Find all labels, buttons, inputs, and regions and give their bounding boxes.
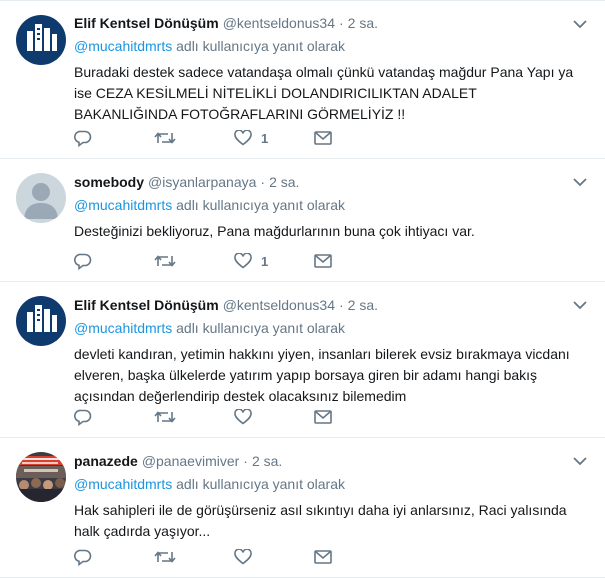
reply-context: @mucahitdmrts adlı kullanıcıya yanıt ola… <box>74 36 593 56</box>
separator-dot: · <box>260 174 266 190</box>
reply-mention-link[interactable]: @mucahitdmrts <box>74 476 172 492</box>
reply-button[interactable] <box>74 409 154 426</box>
reply-icon <box>74 549 92 566</box>
tweet[interactable]: Elif Kentsel Dönüşüm @kentseldonus34 · 2… <box>0 0 605 159</box>
tweet-text: Hak sahipleri ile de görüşürseniz asıl s… <box>74 502 567 539</box>
reply-suffix: adlı kullanıcıya yanıt olarak <box>176 197 345 213</box>
heart-icon <box>234 130 252 146</box>
tweet-header: Elif Kentsel Dönüşüm @kentseldonus34 · 2… <box>74 12 593 34</box>
direct-message-button[interactable] <box>314 550 394 564</box>
tweet[interactable]: somebody @isyanlarpanaya · 2 sa. @mucahi… <box>0 159 605 282</box>
author-name[interactable]: Elif Kentsel Dönüşüm <box>74 294 219 316</box>
reply-mention-link[interactable]: @mucahitdmrts <box>74 38 172 54</box>
separator-dot: · <box>338 15 344 31</box>
tweet-header: panazede @panaevimiver · 2 sa. <box>74 450 593 472</box>
retweet-icon <box>154 132 176 144</box>
chevron-down-icon[interactable] <box>573 177 587 187</box>
default-user-avatar[interactable] <box>16 173 66 223</box>
elif-logo-avatar[interactable] <box>16 296 66 346</box>
reply-mention-link[interactable]: @mucahitdmrts <box>74 197 172 213</box>
heart-icon <box>234 549 252 565</box>
tweet-text: devleti kandıran, yetimin hakkını yiyen,… <box>74 346 570 404</box>
retweet-button[interactable] <box>154 253 234 269</box>
reply-mention-link[interactable]: @mucahitdmrts <box>74 320 172 336</box>
reply-icon <box>74 253 92 270</box>
protest-photo-avatar[interactable] <box>16 452 66 502</box>
reply-suffix: adlı kullanıcıya yanıt olarak <box>176 320 345 336</box>
like-count: 1 <box>261 130 269 146</box>
chevron-down-icon[interactable] <box>573 456 587 466</box>
timestamp[interactable]: 2 sa. <box>348 12 378 34</box>
timestamp[interactable]: 2 sa. <box>252 450 282 472</box>
like-count: 1 <box>261 253 269 269</box>
tweet[interactable]: Elif Kentsel Dönüşüm @kentseldonus34 · 2… <box>0 282 605 438</box>
retweet-icon <box>154 411 176 423</box>
retweet-button[interactable] <box>154 130 234 146</box>
envelope-icon <box>314 410 332 424</box>
like-button[interactable] <box>234 409 314 425</box>
tweet-actions <box>74 547 394 567</box>
chevron-down-icon[interactable] <box>573 300 587 310</box>
direct-message-button[interactable] <box>314 131 394 145</box>
tweet-text: Buradaki destek sadece vatandaşa olmalı … <box>74 64 574 122</box>
reply-button[interactable] <box>74 549 154 566</box>
author-handle[interactable]: @isyanlarpanaya <box>148 171 256 193</box>
envelope-icon <box>314 550 332 564</box>
reply-context: @mucahitdmrts adlı kullanıcıya yanıt ola… <box>74 474 593 494</box>
retweet-icon <box>154 551 176 563</box>
like-button[interactable]: 1 <box>234 253 314 269</box>
tweet-actions: 1 <box>74 128 394 148</box>
reply-suffix: adlı kullanıcıya yanıt olarak <box>176 476 345 492</box>
reply-button[interactable] <box>74 130 154 147</box>
author-name[interactable]: panazede <box>74 450 138 472</box>
retweet-icon <box>154 255 176 267</box>
author-handle[interactable]: @kentseldonus34 <box>223 294 335 316</box>
timestamp[interactable]: 2 sa. <box>269 171 299 193</box>
chevron-down-icon[interactable] <box>573 19 587 29</box>
heart-icon <box>234 253 252 269</box>
reply-icon <box>74 130 92 147</box>
reply-context: @mucahitdmrts adlı kullanıcıya yanıt ola… <box>74 195 593 215</box>
separator-dot: · <box>243 453 248 469</box>
author-name[interactable]: Elif Kentsel Dönüşüm <box>74 12 219 34</box>
author-handle[interactable]: @kentseldonus34 <box>223 12 335 34</box>
elif-logo-avatar[interactable] <box>16 15 66 65</box>
author-handle[interactable]: @panaevimiver <box>142 450 239 472</box>
envelope-icon <box>314 254 332 268</box>
tweet-timeline: Elif Kentsel Dönüşüm @kentseldonus34 · 2… <box>0 0 605 578</box>
direct-message-button[interactable] <box>314 254 394 268</box>
author-name[interactable]: somebody <box>74 171 144 193</box>
timestamp[interactable]: 2 sa. <box>348 294 378 316</box>
direct-message-button[interactable] <box>314 410 394 424</box>
like-button[interactable] <box>234 549 314 565</box>
tweet-actions: 1 <box>74 251 394 271</box>
tweet-header: somebody @isyanlarpanaya · 2 sa. <box>74 171 593 193</box>
retweet-button[interactable] <box>154 549 234 565</box>
heart-icon <box>234 409 252 425</box>
tweet-text: Desteğinizi bekliyoruz, Pana mağdurların… <box>74 223 475 239</box>
reply-icon <box>74 409 92 426</box>
tweet-header: Elif Kentsel Dönüşüm @kentseldonus34 · 2… <box>74 294 593 316</box>
tweet[interactable]: panazede @panaevimiver · 2 sa. @mucahitd… <box>0 438 605 578</box>
reply-suffix: adlı kullanıcıya yanıt olarak <box>176 38 345 54</box>
reply-button[interactable] <box>74 253 154 270</box>
tweet-actions <box>74 407 394 427</box>
separator-dot: · <box>338 297 344 313</box>
like-button[interactable]: 1 <box>234 130 314 146</box>
retweet-button[interactable] <box>154 409 234 425</box>
reply-context: @mucahitdmrts adlı kullanıcıya yanıt ola… <box>74 318 593 338</box>
envelope-icon <box>314 131 332 145</box>
